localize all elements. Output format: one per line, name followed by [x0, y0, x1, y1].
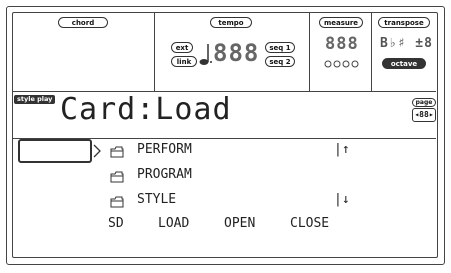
load-button[interactable]: LOAD [158, 216, 189, 231]
measure-digits: 888 [325, 34, 359, 54]
page-digits: 88 [419, 110, 429, 119]
transpose-cell: transpose B♭♯ ±8 octave [372, 13, 436, 91]
tempo-seq1-badge: seq 1 [265, 42, 295, 53]
style-play-tag: style play [14, 95, 56, 104]
page-indicator: page ◂88▸ [412, 98, 436, 126]
measure-label: measure [319, 17, 363, 28]
tempo-ext-badge: ext [171, 42, 193, 53]
scroll-up-indicator[interactable]: |↑ [334, 142, 350, 157]
tempo-cell: tempo ext link 888 seq 1 seq 2 [155, 13, 310, 91]
octave-label: octave [382, 58, 426, 69]
scroll-down-indicator[interactable]: |↓ [334, 192, 350, 207]
tempo-seq2-badge: seq 2 [265, 56, 295, 67]
tempo-label: tempo [210, 17, 252, 28]
quarter-note-icon [199, 44, 212, 65]
page-title: Card:Load [60, 92, 232, 127]
list-item-label: PROGRAM [137, 167, 192, 182]
transpose-label: transpose [378, 17, 430, 28]
chord-cell: chord [13, 13, 155, 91]
beat-indicator-icon [324, 60, 359, 68]
scroll-up-icon: ↑ [341, 142, 350, 157]
chord-label: chord [58, 17, 108, 28]
measure-cell: measure 888 [310, 13, 372, 91]
status-bar: chord tempo ext link 888 seq 1 seq 2 mea… [13, 13, 436, 92]
list-item[interactable]: PROGRAM [110, 167, 410, 187]
folder-icon [110, 146, 124, 158]
page-next-icon[interactable]: ▸ [429, 110, 434, 119]
scroll-down-icon: ↓ [341, 192, 350, 207]
folder-icon [110, 171, 124, 183]
close-button[interactable]: CLOSE [290, 216, 329, 231]
tempo-digits: 888 [213, 39, 260, 67]
tempo-link-badge: link [171, 56, 197, 67]
scroll-bar-top: | [334, 142, 342, 157]
folder-icon [110, 196, 124, 208]
list-item-label: STYLE [137, 192, 177, 207]
scroll-bar-bottom: | [334, 192, 342, 207]
transpose-value: B♭♯ ±8 [380, 36, 433, 51]
selection-arrow-icon [93, 144, 101, 158]
page-label: page [412, 98, 436, 107]
selection-cursor [18, 139, 92, 163]
list-item[interactable]: STYLE [110, 192, 410, 212]
open-button[interactable]: OPEN [224, 216, 255, 231]
sd-device-button[interactable]: SD [108, 216, 124, 231]
page-digits-box[interactable]: ◂88▸ [412, 108, 436, 122]
list-item[interactable]: PERFORM [110, 142, 410, 162]
list-item-label: PERFORM [137, 142, 192, 157]
